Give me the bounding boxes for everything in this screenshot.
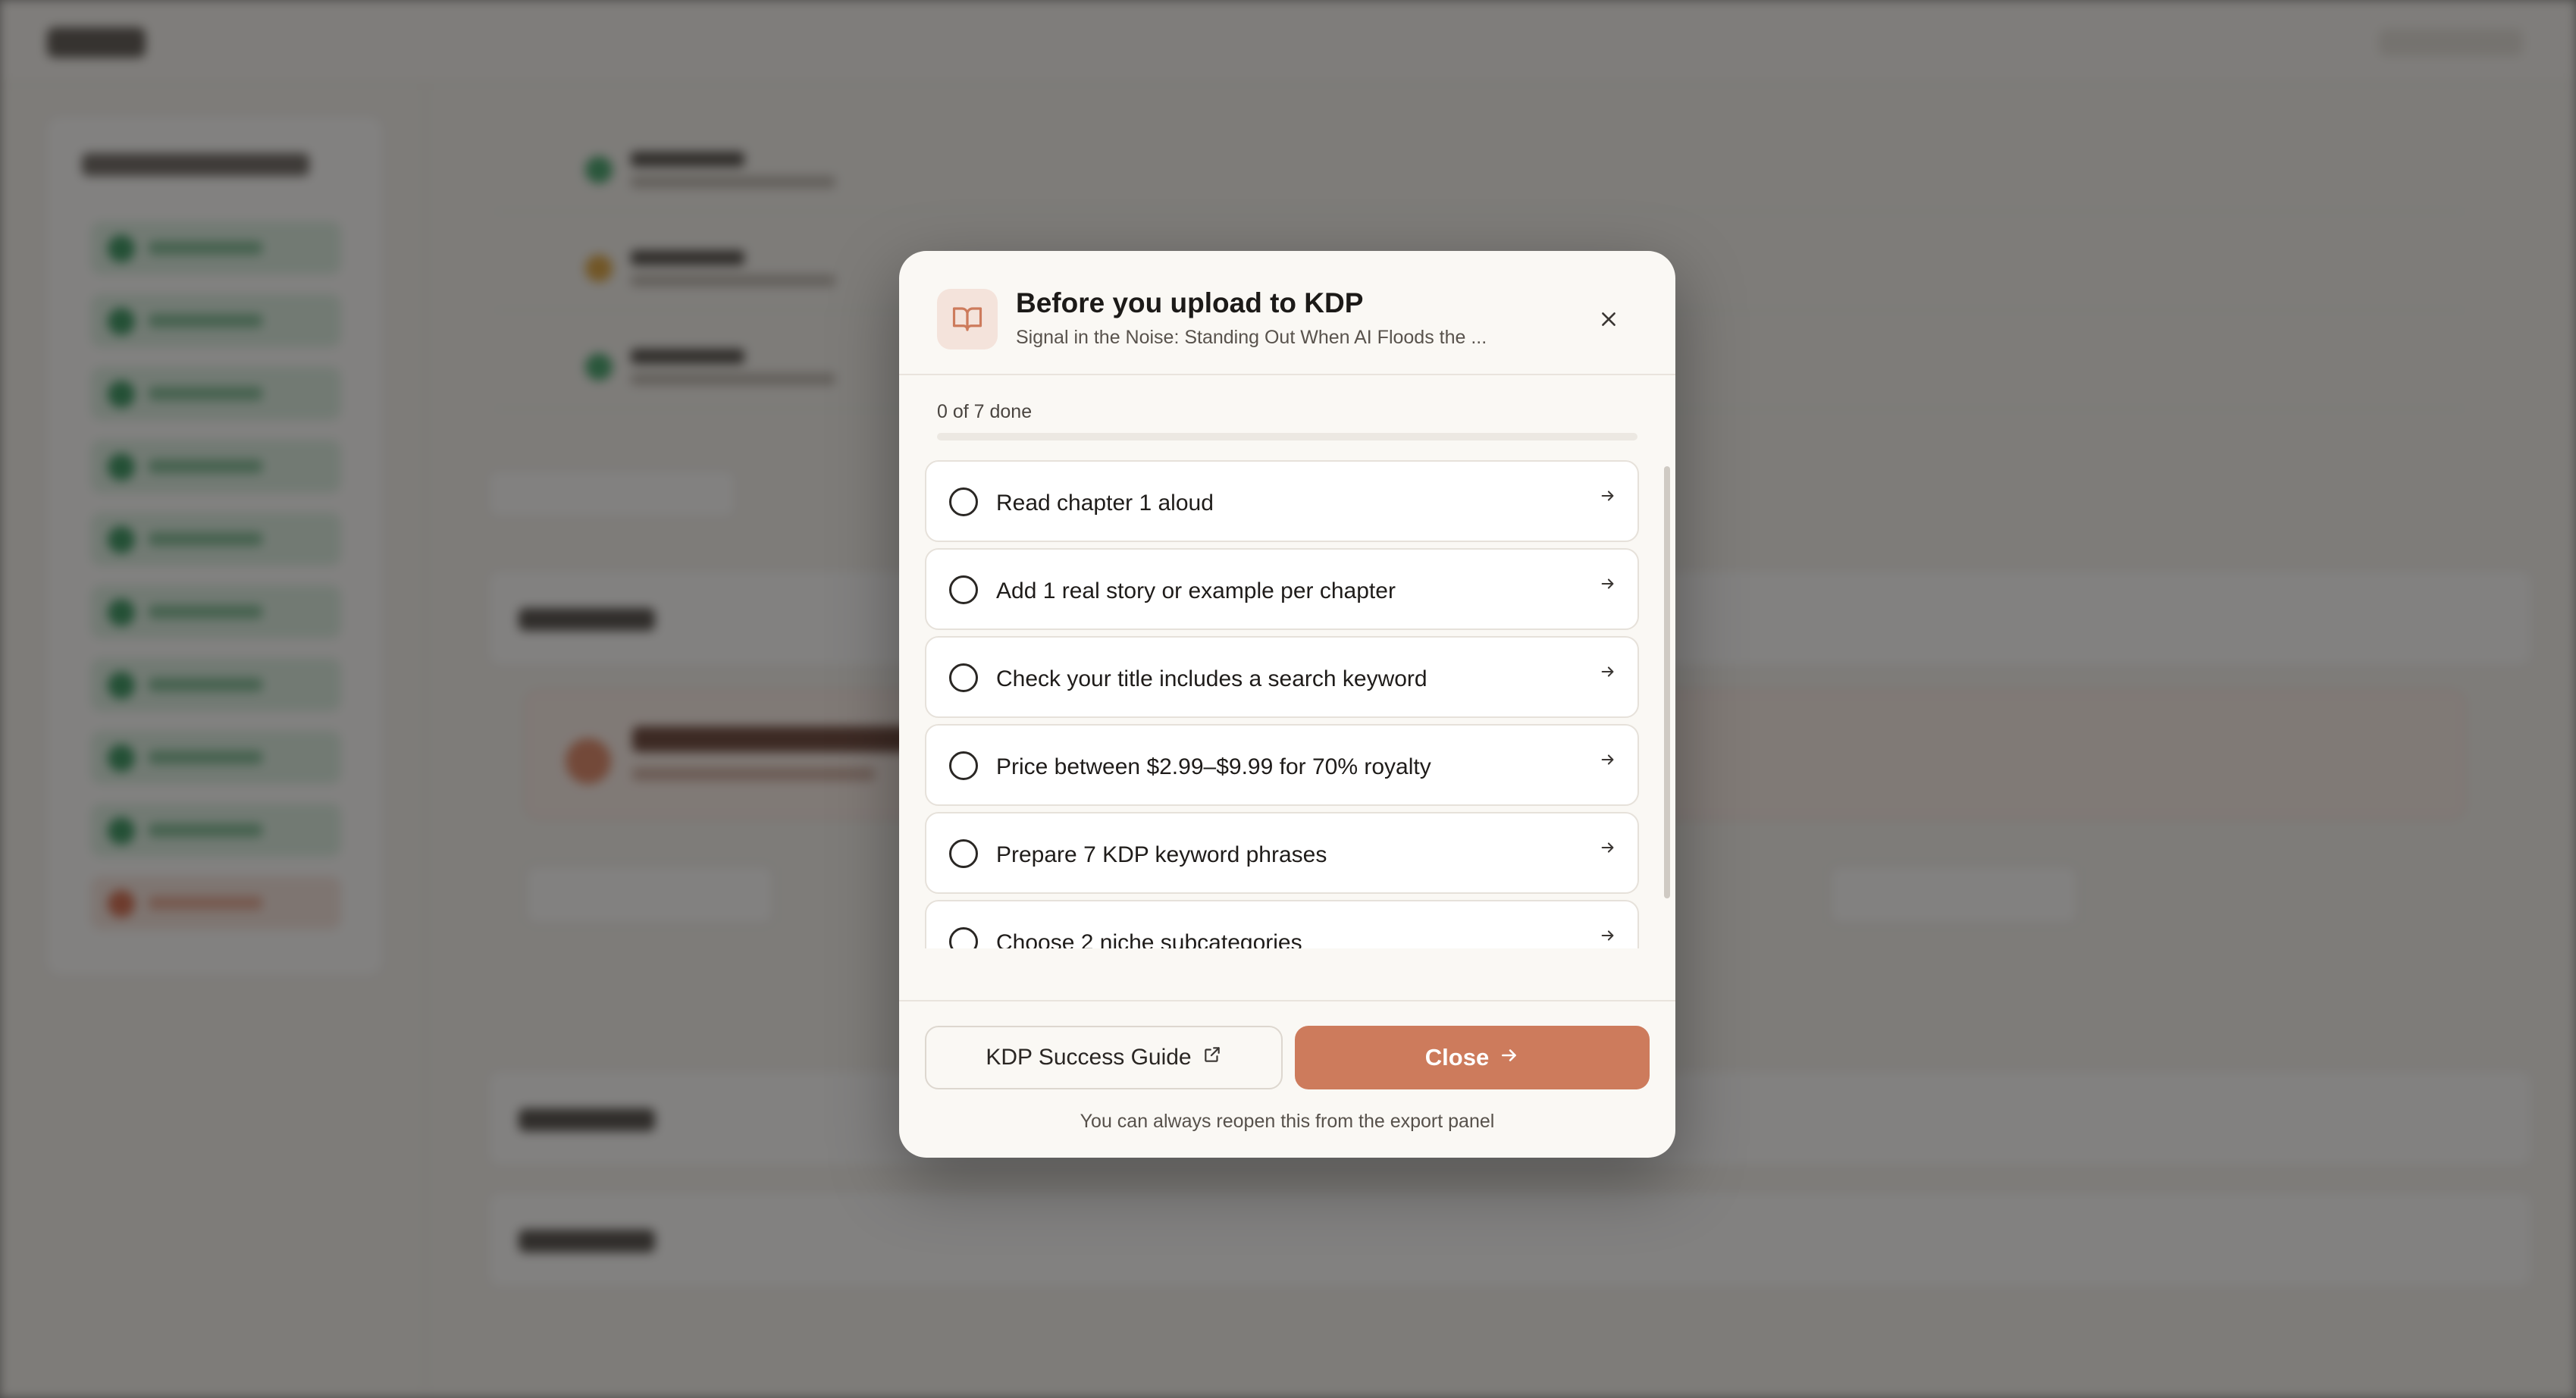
arrow-right-icon bbox=[1597, 748, 1619, 771]
footer-note: You can always reopen this from the expo… bbox=[1080, 1111, 1495, 1132]
progress-bar bbox=[937, 433, 1637, 440]
checklist-item-label: Prepare 7 KDP keyword phrases bbox=[996, 842, 1327, 867]
checklist-item[interactable]: Price between $2.99–$9.99 for 70% royalt… bbox=[925, 724, 1639, 806]
modal-header: Before you upload to KDP Signal in the N… bbox=[899, 251, 1675, 375]
checklist-item[interactable]: Read chapter 1 aloud bbox=[925, 460, 1639, 542]
guide-button-label: KDP Success Guide bbox=[986, 1045, 1192, 1070]
close-icon[interactable] bbox=[1586, 296, 1631, 342]
modal-footer: KDP Success Guide Close You can always r… bbox=[899, 1000, 1675, 1158]
checklist-radio[interactable] bbox=[949, 575, 978, 604]
arrow-right-icon bbox=[1500, 1044, 1519, 1071]
checklist-radio[interactable] bbox=[949, 663, 978, 692]
arrow-right-icon bbox=[1597, 572, 1619, 595]
close-button-label: Close bbox=[1424, 1044, 1490, 1070]
scrollbar-thumb[interactable] bbox=[1664, 466, 1670, 898]
checklist-item-label: Read chapter 1 aloud bbox=[996, 491, 1214, 516]
close-button[interactable]: Close bbox=[1295, 1026, 1650, 1089]
checklist-radio[interactable] bbox=[949, 927, 978, 948]
book-open-icon bbox=[937, 289, 998, 350]
checklist-radio[interactable] bbox=[949, 487, 978, 516]
arrow-right-icon bbox=[1597, 924, 1619, 947]
external-link-icon bbox=[1202, 1045, 1222, 1070]
checklist-item-label: Add 1 real story or example per chapter bbox=[996, 578, 1396, 603]
arrow-right-icon bbox=[1597, 836, 1619, 859]
checklist-item[interactable]: Check your title includes a search keywo… bbox=[925, 636, 1639, 718]
upload-checklist-modal: Before you upload to KDP Signal in the N… bbox=[899, 251, 1675, 1158]
progress-label: 0 of 7 done bbox=[937, 401, 1033, 422]
checklist-item-label: Choose 2 niche subcategories bbox=[996, 930, 1302, 948]
checklist-item-label: Price between $2.99–$9.99 for 70% royalt… bbox=[996, 754, 1431, 779]
arrow-right-icon bbox=[1597, 484, 1619, 507]
checklist: Read chapter 1 aloud Add 1 real story or… bbox=[899, 456, 1675, 948]
checklist-scrollbar[interactable] bbox=[1664, 456, 1670, 948]
checklist-radio[interactable] bbox=[949, 839, 978, 868]
arrow-right-icon bbox=[1597, 660, 1619, 683]
modal-title: Before you upload to KDP bbox=[1016, 287, 1364, 318]
checklist-radio[interactable] bbox=[949, 751, 978, 780]
checklist-item[interactable]: Choose 2 niche subcategories bbox=[925, 900, 1639, 948]
kdp-success-guide-button[interactable]: KDP Success Guide bbox=[925, 1026, 1283, 1089]
checklist-item-label: Check your title includes a search keywo… bbox=[996, 666, 1427, 691]
checklist-item[interactable]: Prepare 7 KDP keyword phrases bbox=[925, 812, 1639, 894]
modal-subtitle: Signal in the Noise: Standing Out When A… bbox=[1016, 327, 1487, 348]
checklist-item[interactable]: Add 1 real story or example per chapter bbox=[925, 548, 1639, 630]
